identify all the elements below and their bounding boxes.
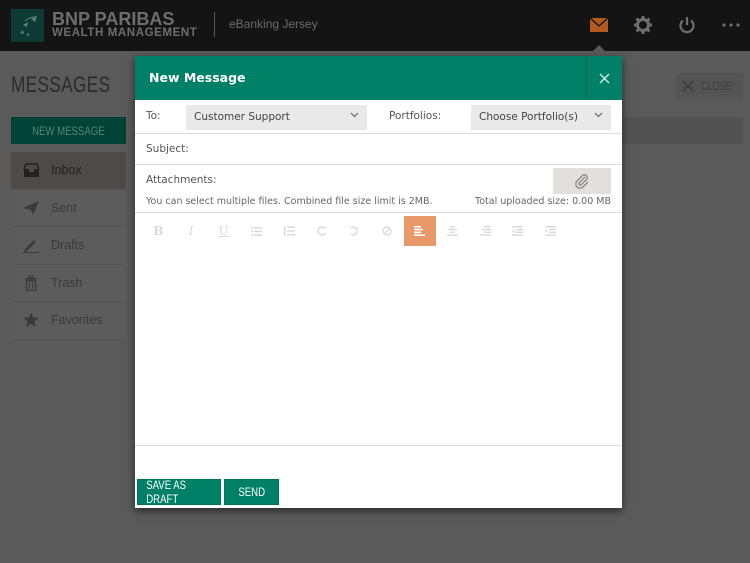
portfolios-value: Choose Portfolio(s) xyxy=(479,111,578,123)
subject-input[interactable] xyxy=(190,137,615,161)
close-icon xyxy=(599,72,610,84)
align-center-button[interactable] xyxy=(436,216,469,246)
sidebar-item-label: Inbox xyxy=(51,163,82,178)
inbox-icon xyxy=(22,161,40,179)
active-nav-pointer xyxy=(592,45,606,52)
bnp-logo-icon xyxy=(11,9,44,42)
subject-row: Subject: xyxy=(135,134,622,165)
message-body-editor[interactable] xyxy=(135,248,622,446)
to-label: To: xyxy=(146,110,161,122)
gear-icon[interactable] xyxy=(632,14,654,36)
paper-plane-icon xyxy=(22,199,40,217)
sidebar: Inbox Sent Drafts Trash Favorites xyxy=(11,152,126,340)
indent-icon xyxy=(545,226,557,236)
dialog-title: New Message xyxy=(149,70,246,85)
subject-label: Subject: xyxy=(146,143,189,155)
more-icon[interactable] xyxy=(720,14,742,36)
undo-icon xyxy=(350,226,359,236)
dialog-close-button[interactable] xyxy=(586,56,622,100)
undo-button[interactable] xyxy=(338,216,371,246)
redo-button[interactable] xyxy=(305,216,338,246)
recipient-select[interactable]: Customer Support xyxy=(186,105,367,130)
clear-format-icon xyxy=(382,226,392,236)
align-left-icon xyxy=(414,226,426,236)
outdent-icon xyxy=(512,226,524,236)
new-message-label: NEW MESSAGE xyxy=(32,123,105,138)
indent-button[interactable] xyxy=(534,216,567,246)
sidebar-item-label: Drafts xyxy=(51,238,85,253)
bold-button[interactable]: B xyxy=(142,216,175,246)
trash-icon xyxy=(22,274,40,292)
send-button[interactable]: SEND xyxy=(224,479,279,505)
clear-format-button[interactable] xyxy=(371,216,404,246)
italic-button[interactable]: I xyxy=(175,216,208,246)
sidebar-item-label: Favorites xyxy=(51,313,103,328)
attachments-label: Attachments: xyxy=(146,174,217,186)
site-name: eBanking Jersey xyxy=(229,17,318,31)
outdent-button[interactable] xyxy=(502,216,535,246)
sidebar-item-favorites[interactable]: Favorites xyxy=(11,302,126,340)
chevron-down-icon xyxy=(594,112,603,118)
attachments-hint: You can select multiple files. Combined … xyxy=(146,196,433,207)
sidebar-item-label: Trash xyxy=(51,275,83,290)
close-icon xyxy=(682,80,694,92)
sidebar-item-trash[interactable]: Trash xyxy=(11,264,126,302)
attachments-row: Attachments: You can select multiple fil… xyxy=(135,165,622,213)
sidebar-item-inbox[interactable]: Inbox xyxy=(11,152,126,190)
top-bar: BNP PARIBAS WEALTH MANAGEMENT eBanking J… xyxy=(0,0,750,51)
underline-icon: U xyxy=(218,224,229,238)
align-left-button[interactable] xyxy=(403,216,437,246)
align-right-icon xyxy=(479,226,491,236)
editor-toolbar: B I U xyxy=(142,216,567,246)
align-right-button[interactable] xyxy=(469,216,502,246)
recipient-value: Customer Support xyxy=(194,111,290,123)
attach-file-button[interactable] xyxy=(553,168,611,194)
brand-subtitle: WEALTH MANAGEMENT xyxy=(52,27,198,39)
align-center-icon xyxy=(447,226,459,236)
save-as-draft-label: SAVE AS DRAFT xyxy=(146,478,187,506)
send-label: SEND xyxy=(238,485,265,499)
redo-icon xyxy=(317,226,326,236)
dialog-header: New Message xyxy=(135,56,622,100)
paperclip-icon xyxy=(575,174,589,189)
star-icon xyxy=(22,311,40,329)
underline-button[interactable]: U xyxy=(207,216,240,246)
portfolios-label: Portfolios: xyxy=(389,110,442,122)
page-title: MESSAGES xyxy=(11,72,111,97)
chevron-down-icon xyxy=(350,112,359,118)
total-uploaded-size: Total uploaded size: 0.00 MB xyxy=(475,196,611,207)
bullet-list-button[interactable] xyxy=(240,216,273,246)
mail-icon[interactable] xyxy=(588,14,610,36)
new-message-button[interactable]: NEW MESSAGE xyxy=(11,117,126,144)
close-button[interactable]: CLOSE xyxy=(676,73,743,99)
pencil-icon xyxy=(22,236,40,254)
bullet-list-icon xyxy=(250,226,262,236)
save-as-draft-button[interactable]: SAVE AS DRAFT xyxy=(137,478,221,506)
brand-name: BNP PARIBAS xyxy=(52,9,175,29)
power-icon[interactable] xyxy=(676,14,698,36)
new-message-dialog: New Message To: Customer Support Portfol… xyxy=(135,56,622,508)
portfolios-select[interactable]: Choose Portfolio(s) xyxy=(471,105,611,130)
italic-icon: I xyxy=(188,224,194,238)
numbered-list-icon xyxy=(283,226,295,236)
sidebar-item-label: Sent xyxy=(51,200,77,215)
bold-icon: B xyxy=(153,224,164,238)
close-label: CLOSE xyxy=(701,79,732,93)
background-header-bar xyxy=(622,117,743,144)
recipient-row: To: Customer Support Portfolios: Choose … xyxy=(135,100,622,134)
header-divider xyxy=(214,12,215,37)
sidebar-item-drafts[interactable]: Drafts xyxy=(11,227,126,265)
sidebar-item-sent[interactable]: Sent xyxy=(11,189,126,227)
numbered-list-button[interactable] xyxy=(273,216,306,246)
